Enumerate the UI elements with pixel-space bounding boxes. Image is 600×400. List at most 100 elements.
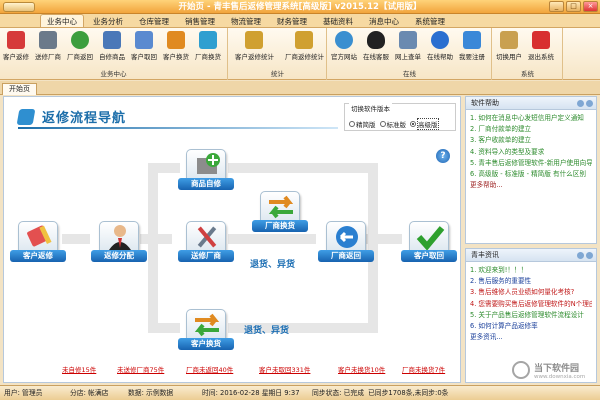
flow-title-icon: [16, 108, 36, 125]
button-label: 在线帮助: [427, 53, 453, 61]
tab-warehouse[interactable]: 仓库管理: [132, 14, 176, 27]
link-pending-vendor-return[interactable]: 厂商未返回40件: [186, 364, 233, 374]
radio-advanced[interactable]: 高级版: [410, 118, 439, 130]
news-item[interactable]: 4. 您需要购买售后返修管理软件的N个理由: [470, 299, 592, 310]
link-pending-vendor-exchange[interactable]: 厂商未换货7件: [402, 364, 445, 374]
tab-messages[interactable]: 消息中心: [362, 14, 406, 27]
customer-repair-stats-button[interactable]: 客户返修统计: [235, 31, 274, 61]
collapse-icon[interactable]: [586, 252, 593, 259]
status-sync: 同步状态: 已完成: [312, 389, 365, 397]
node-label: 客户换货: [178, 338, 234, 350]
node-label: 返修分配: [91, 250, 147, 262]
minimize-button[interactable]: _: [549, 1, 564, 12]
help-panel: 软件帮助 1. 如何在消息中心发短信用户定义通知 2. 厂商付款单的建立 3. …: [465, 96, 597, 244]
customer-pickup-button[interactable]: 客户取回: [128, 31, 160, 61]
flow-pipe: [368, 163, 378, 243]
news-item[interactable]: 1. 欢迎来到!！！！: [470, 265, 592, 276]
link-pending-customer-pickup[interactable]: 客户未取回331件: [259, 364, 310, 374]
online-help-button[interactable]: 在线帮助: [424, 31, 456, 61]
ribbon-group-system: 切换用户 退出系统 系统: [493, 28, 563, 80]
gear-icon[interactable]: [577, 252, 584, 259]
refresh-icon: [71, 31, 89, 49]
node-send-vendor[interactable]: 送修厂商: [178, 221, 234, 263]
ribbon-toolbar: 客户返修 送修厂商 厂商返回 自修商品 客户取回 客户换货 厂商换货 业务中心 …: [0, 28, 600, 80]
tab-logistics[interactable]: 物流管理: [224, 14, 268, 27]
help-item[interactable]: 6. 高级版 - 标准版 - 精简版 有什么区别: [470, 169, 592, 180]
tab-basic-data[interactable]: 基础资料: [316, 14, 360, 27]
node-vendor-exchange[interactable]: 厂商换货: [252, 191, 308, 233]
close-button[interactable]: ×: [583, 1, 598, 12]
panel-controls: [577, 252, 593, 259]
switch-user-button[interactable]: 切换用户: [493, 31, 525, 61]
more-help-link[interactable]: 更多帮助...: [470, 180, 592, 191]
maximize-button[interactable]: □: [566, 1, 581, 12]
online-order-query-button[interactable]: 网上查单: [392, 31, 424, 61]
node-customer-exchange[interactable]: 客户换货: [178, 309, 234, 351]
flow-pipe: [148, 163, 158, 333]
panel-controls: [577, 100, 593, 107]
tab-sales[interactable]: 销售管理: [178, 14, 222, 27]
node-label: 送修厂商: [178, 250, 234, 262]
vendor-return-button[interactable]: 厂商返回: [64, 31, 96, 61]
menu-bar: 业务中心 业务分析 仓库管理 销售管理 物流管理 财务管理 基础资料 消息中心 …: [0, 14, 600, 28]
version-switch-box: 切换软件版本 精简版 标准版 高级版: [344, 103, 456, 131]
radio-standard[interactable]: 标准版: [379, 118, 406, 130]
news-list: 1. 欢迎来到!！！！ 2. 售后服务的重要性 3. 售后维修人员业绩如何量化考…: [466, 262, 596, 346]
link-pending-send-vendor[interactable]: 未送修厂商75件: [117, 364, 164, 374]
collapse-icon[interactable]: [586, 100, 593, 107]
exit-icon: [532, 31, 550, 49]
group-label: 业务中心: [100, 70, 127, 78]
help-item[interactable]: 1. 如何在消息中心发短信用户定义通知: [470, 113, 592, 124]
qq-icon: [367, 31, 385, 49]
node-label: 客户返修: [10, 250, 66, 262]
help-item[interactable]: 5. 青丰售后返修管理软件-新用户使用向导: [470, 158, 592, 169]
button-label: 网上查单: [395, 53, 421, 61]
tab-finance[interactable]: 财务管理: [270, 14, 314, 27]
node-repair-dispatch[interactable]: 返修分配: [91, 221, 147, 263]
online-service-button[interactable]: 在线客服: [360, 31, 392, 61]
customer-repair-button[interactable]: 客户返修: [0, 31, 32, 61]
gear-icon[interactable]: [577, 100, 584, 107]
more-news-link[interactable]: 更多资讯...: [470, 332, 592, 343]
link-pending-customer-exchange[interactable]: 客户未换货10件: [338, 364, 385, 374]
news-item[interactable]: 5. 关于产品售后返修管理软件流程设计: [470, 310, 592, 321]
node-vendor-return[interactable]: 厂商返回: [318, 221, 374, 263]
tab-business-center[interactable]: 业务中心: [40, 14, 84, 27]
help-item[interactable]: 4. 资料导入的类型及要求: [470, 147, 592, 158]
stats-icon: [295, 31, 313, 49]
news-item[interactable]: 3. 售后维修人员业绩如何量化考核?: [470, 287, 592, 298]
radio-circle: [410, 121, 416, 127]
ribbon-group-stats: 客户返修统计 厂商返修统计 统计: [229, 28, 327, 80]
link-pending-self-repair[interactable]: 未自修15件: [62, 364, 96, 374]
send-vendor-button[interactable]: 送修厂商: [32, 31, 64, 61]
official-site-button[interactable]: 官方网站: [328, 31, 360, 61]
vendor-exchange-button[interactable]: 厂商换货: [192, 31, 224, 61]
version-options: 精简版 标准版 高级版: [349, 118, 439, 130]
tab-system[interactable]: 系统管理: [408, 14, 452, 27]
exit-system-button[interactable]: 退出系统: [525, 31, 557, 61]
news-item[interactable]: 6. 如何计算产品返修率: [470, 321, 592, 332]
help-item[interactable]: 2. 厂商付款单的建立: [470, 124, 592, 135]
help-item[interactable]: 3. 客户收款单的建立: [470, 135, 592, 146]
self-repair-button[interactable]: 自修商品: [96, 31, 128, 61]
watermark-text: 当下软件园 www.downxia.com: [534, 361, 585, 380]
flow-pipe: [148, 163, 180, 173]
node-self-repair[interactable]: 商品自修: [178, 149, 234, 191]
help-icon[interactable]: ?: [436, 149, 450, 163]
vendor-repair-stats-button[interactable]: 厂商返修统计: [285, 31, 324, 61]
ribbon-business-buttons: 客户返修 送修厂商 厂商返回 自修商品 客户取回 客户换货 厂商换货: [0, 28, 227, 61]
return-exchange-label: 退货、异货: [250, 260, 296, 270]
tab-start-page[interactable]: 开始页: [2, 83, 37, 95]
node-customer-pickup[interactable]: 客户取回: [401, 221, 457, 263]
node-customer-repair[interactable]: 客户返修: [10, 221, 66, 263]
news-item[interactable]: 2. 售后服务的重要性: [470, 276, 592, 287]
register-button[interactable]: 我要注册: [456, 31, 488, 61]
node-label: 商品自修: [178, 178, 234, 190]
button-label: 厂商返修统计: [285, 53, 324, 61]
radio-lite[interactable]: 精简版: [349, 118, 376, 130]
exchange-icon: [199, 31, 217, 49]
customer-exchange-button[interactable]: 客户换货: [160, 31, 192, 61]
stats-icon: [245, 31, 263, 49]
status-sync-count: 已同步1708条,未同步:0条: [368, 389, 449, 397]
tab-business-analysis[interactable]: 业务分析: [86, 14, 130, 27]
